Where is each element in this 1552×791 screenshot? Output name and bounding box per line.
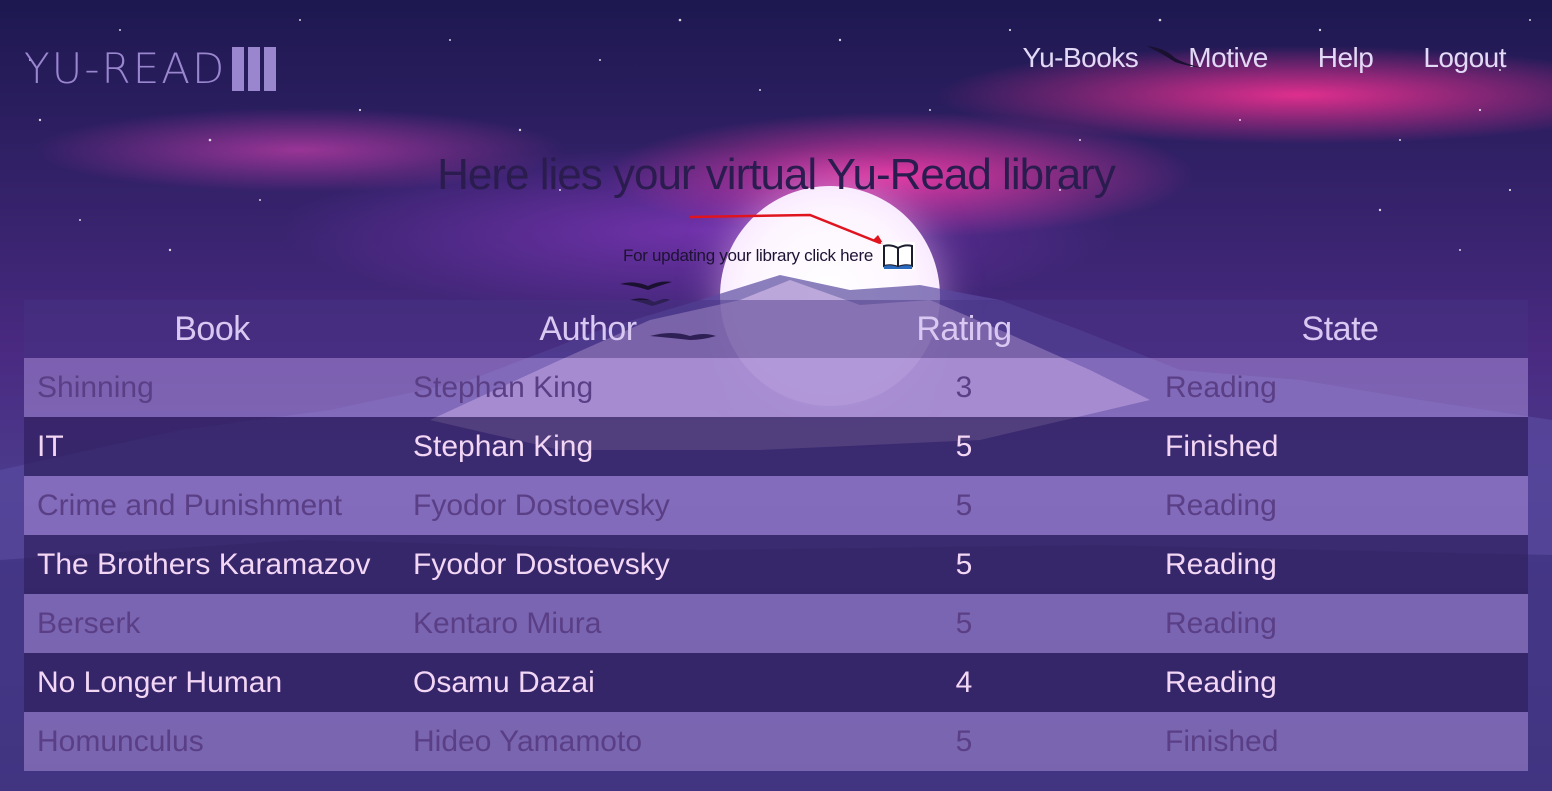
table-row: Homunculus Hideo Yamamoto 5 Finished (24, 712, 1528, 771)
cell-book: The Brothers Karamazov (24, 535, 400, 594)
cell-author: Osamu Dazai (400, 653, 776, 712)
cell-rating: 5 (776, 417, 1152, 476)
nav-link-yu-books[interactable]: Yu-Books (1022, 42, 1138, 74)
table-row: No Longer Human Osamu Dazai 4 Reading (24, 653, 1528, 712)
logo-bars-icon (232, 46, 277, 91)
cell-book: Berserk (24, 594, 400, 653)
cell-author: Fyodor Dostoevsky (400, 535, 776, 594)
cell-author: Stephan King (400, 358, 776, 417)
cell-author: Fyodor Dostoevsky (400, 476, 776, 535)
table-row: Crime and Punishment Fyodor Dostoevsky 5… (24, 476, 1528, 535)
column-header-state: State (1152, 300, 1528, 358)
cell-rating: 5 (776, 712, 1152, 771)
cell-book: IT (24, 417, 400, 476)
cell-book: Crime and Punishment (24, 476, 400, 535)
cell-state: Reading (1152, 594, 1528, 653)
logo[interactable]: YU-READ (24, 44, 277, 93)
nav-link-logout[interactable]: Logout (1423, 42, 1506, 74)
cell-author: Kentaro Miura (400, 594, 776, 653)
page-title: Here lies your virtual Yu-Read library (437, 150, 1116, 199)
cell-rating: 3 (776, 358, 1152, 417)
cell-state: Reading (1152, 535, 1528, 594)
table-row: Shinning Stephan King 3 Reading (24, 358, 1528, 417)
cell-state: Finished (1152, 712, 1528, 771)
table-header-row: Book Author Rating State (24, 300, 1528, 358)
nav-link-help[interactable]: Help (1318, 42, 1374, 74)
cell-state: Reading (1152, 358, 1528, 417)
column-header-rating: Rating (776, 300, 1152, 358)
cell-rating: 5 (776, 594, 1152, 653)
cell-rating: 5 (776, 535, 1152, 594)
top-nav: Yu-Books Motive Help Logout (1022, 42, 1506, 74)
cell-state: Reading (1152, 476, 1528, 535)
update-library-row: For updating your library click here (623, 242, 915, 270)
cell-state: Finished (1152, 417, 1528, 476)
open-book-icon[interactable] (880, 242, 915, 270)
column-header-book: Book (24, 300, 400, 358)
update-library-text: For updating your library click here (623, 246, 873, 265)
cell-book: Shinning (24, 358, 400, 417)
table-row: IT Stephan King 5 Finished (24, 417, 1528, 476)
cell-book: No Longer Human (24, 653, 400, 712)
cell-author: Stephan King (400, 417, 776, 476)
library-table: Book Author Rating State Shinning Stepha… (24, 300, 1528, 771)
cell-rating: 5 (776, 476, 1152, 535)
cell-rating: 4 (776, 653, 1152, 712)
bird-silhouette (1147, 46, 1203, 68)
cell-book: Homunculus (24, 712, 400, 771)
cell-state: Reading (1152, 653, 1528, 712)
cell-author: Hideo Yamamoto (400, 712, 776, 771)
column-header-author: Author (400, 300, 776, 358)
table-row: Berserk Kentaro Miura 5 Reading (24, 594, 1528, 653)
logo-text: YU-READ (24, 44, 227, 93)
table-row: The Brothers Karamazov Fyodor Dostoevsky… (24, 535, 1528, 594)
